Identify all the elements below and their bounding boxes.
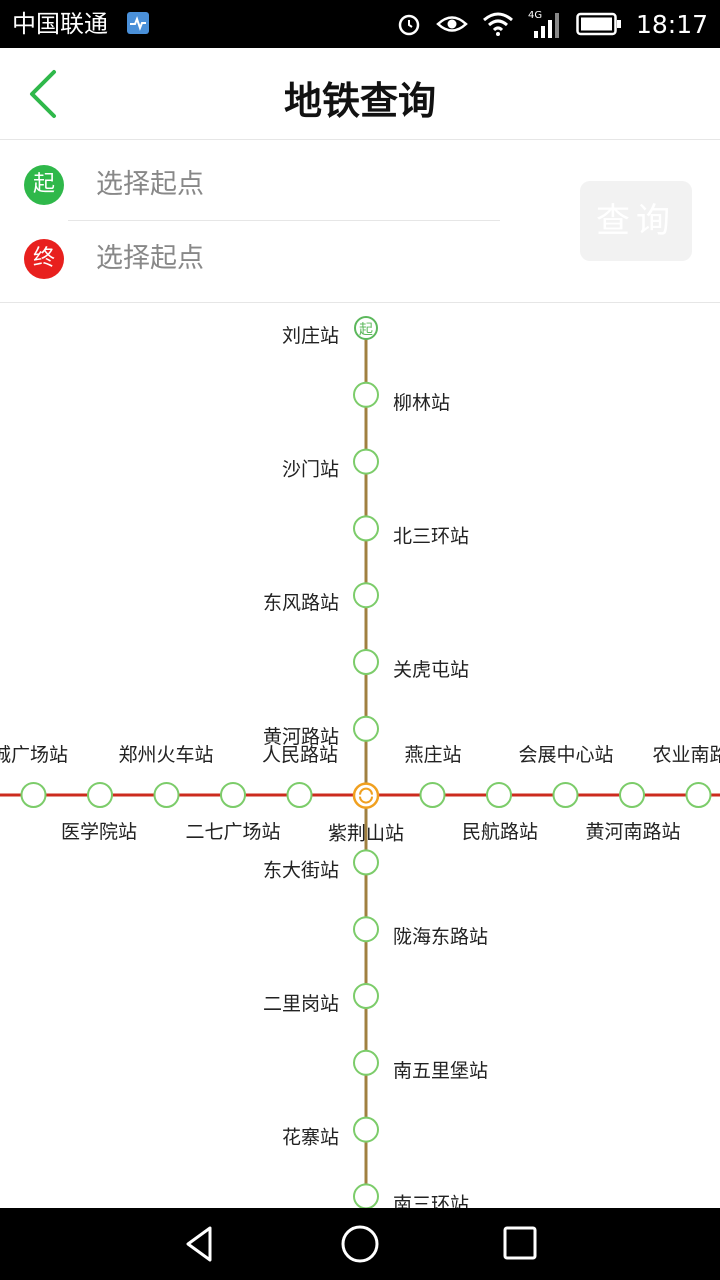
station-label: 南三环站: [393, 1193, 469, 1208]
status-icons: 4G 18:17: [396, 0, 708, 48]
recents-square-icon: [503, 1226, 537, 1260]
station-label: 沙门站: [282, 459, 339, 481]
station-label: 黄河南路站: [585, 821, 680, 843]
clock: 18:17: [635, 9, 708, 39]
nav-recents-button[interactable]: [490, 1220, 550, 1268]
station-marker[interactable]: [87, 782, 113, 808]
station-marker[interactable]: [353, 916, 379, 943]
wifi-icon: [482, 12, 513, 36]
station-marker[interactable]: [353, 849, 379, 876]
station-label: 柳林站: [393, 392, 450, 414]
health-app-icon: [127, 12, 149, 34]
station-label: 民航路站: [462, 821, 538, 843]
station-label: 南五里堡站: [393, 1060, 488, 1082]
end-station-field[interactable]: 选择起点: [96, 239, 496, 279]
station-marker[interactable]: [353, 582, 379, 609]
station-marker[interactable]: [486, 782, 512, 808]
station-marker[interactable]: [286, 782, 313, 808]
station-marker[interactable]: [419, 782, 446, 808]
field-divider: [68, 220, 500, 221]
status-bar: 中国联通 4G 18:17: [0, 0, 720, 48]
station-label: 医学院站: [61, 821, 137, 843]
network-type: 4G: [528, 10, 542, 21]
station-marker[interactable]: [353, 983, 379, 1009]
station-label: 农业南路站: [652, 744, 720, 766]
station-label: 会展中心站: [518, 744, 613, 766]
station-marker[interactable]: [353, 381, 379, 408]
station-marker[interactable]: [220, 782, 246, 808]
station-label: 陇海东路站: [393, 926, 488, 948]
station-marker[interactable]: [685, 782, 712, 808]
station-marker[interactable]: [552, 782, 579, 808]
station-label: 紫荆山站: [328, 823, 404, 845]
start-marker-text: 起: [359, 322, 373, 338]
eye-icon: [436, 16, 468, 32]
station-marker[interactable]: [353, 515, 379, 542]
page-title: 地铁查询: [283, 79, 436, 123]
station-marker[interactable]: [353, 1116, 379, 1143]
metro-map-canvas[interactable]: 起刘庄站柳林站沙门站北三环站东风路站关虎屯站黄河路站紫荆山站东大街站陇海东路站二…: [0, 304, 720, 1208]
station-marker[interactable]: [353, 715, 379, 742]
station-marker[interactable]: [353, 1049, 379, 1076]
station-marker[interactable]: [353, 649, 379, 675]
station-marker[interactable]: [20, 782, 47, 808]
carrier-name: 中国联通: [12, 10, 108, 38]
transfer-station-marker[interactable]: [352, 782, 380, 809]
station-label: 北三环站: [393, 525, 469, 547]
system-nav-bar: [0, 1208, 720, 1280]
station-label: 东风路站: [263, 592, 339, 614]
metro-map[interactable]: 起刘庄站 柳林站 沙门站 北三环站 东风路站 关虎屯站 黄河路站 紫荆山站 东大街站 陇海东路站二…: [0, 304, 720, 1208]
station-label: 燕庄站: [404, 744, 461, 766]
home-circle-icon: [341, 1225, 379, 1263]
station-marker[interactable]: [153, 782, 180, 808]
station-label: 二里岗站: [263, 993, 339, 1015]
station-label: 花寨站: [282, 1127, 339, 1149]
station-label: 城广场站: [0, 744, 68, 766]
station-label: 刘庄站: [282, 325, 339, 347]
signal-icon: 4G: [528, 10, 559, 38]
query-button[interactable]: 查询: [580, 181, 692, 261]
station-marker[interactable]: [619, 782, 645, 808]
route-search-panel: 起 选择起点 终 选择起点 查询: [0, 140, 720, 303]
app-header: 地铁查询: [0, 48, 720, 140]
start-station-field[interactable]: 选择起点: [96, 165, 496, 205]
station-label: 二七广场站: [185, 821, 280, 843]
station-marker[interactable]: [353, 448, 379, 475]
station-label: 东大街站: [263, 859, 339, 881]
alarm-icon: [398, 14, 420, 36]
station-label: 郑州火车站: [118, 744, 213, 766]
station-label: 关虎屯站: [393, 659, 469, 681]
end-badge: 终: [24, 239, 64, 279]
nav-home-button[interactable]: [330, 1220, 390, 1268]
nav-back-button[interactable]: [170, 1220, 230, 1268]
back-triangle-icon: [186, 1226, 212, 1262]
station-label: 人民路站: [262, 744, 338, 766]
station-marker[interactable]: [353, 1183, 379, 1208]
start-badge: 起: [24, 165, 64, 205]
battery-icon: [576, 12, 621, 36]
